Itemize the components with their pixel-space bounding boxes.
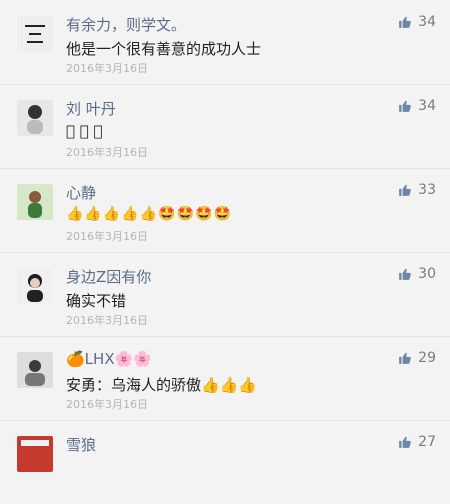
comment-date: 2016年3月16日	[66, 62, 148, 75]
thumbs-up-icon	[399, 436, 412, 448]
like-count: 30	[418, 266, 436, 282]
comment-item: 雪狼 27	[0, 420, 450, 504]
like-count: 34	[418, 14, 436, 30]
comment-text:      	[66, 122, 103, 140]
comment-item: 有余力，则学文。 他是一个很有善意的成功人士 2016年3月16日 34	[0, 0, 450, 85]
comment-author[interactable]: 雪狼	[66, 434, 96, 455]
comment-item: 刘 叶丹       2016年3月16日 34	[0, 84, 450, 169]
avatar[interactable]	[17, 268, 53, 304]
comment-date: 2016年3月16日	[66, 398, 148, 411]
comment-author[interactable]: 心静	[66, 182, 96, 203]
comment-date: 2016年3月16日	[66, 314, 148, 327]
thumbs-up-icon	[399, 16, 412, 28]
comment-author[interactable]: 有余力，则学文。	[66, 14, 186, 35]
like-count: 29	[418, 350, 436, 366]
like-count: 33	[418, 182, 436, 198]
like-button[interactable]: 30	[398, 266, 436, 282]
avatar[interactable]	[17, 184, 53, 220]
like-count: 34	[418, 98, 436, 114]
comment-text: 安勇：乌海人的骄傲👍👍👍	[66, 376, 258, 394]
like-button[interactable]: 29	[398, 350, 436, 366]
comment-item: 🍊LHX🌸🌸 安勇：乌海人的骄傲👍👍👍 2016年3月16日 29	[0, 336, 450, 421]
comment-date: 2016年3月16日	[66, 146, 148, 159]
thumbs-up-icon	[399, 268, 412, 280]
thumbs-up-icon	[399, 184, 412, 196]
comment-text: 他是一个很有善意的成功人士	[66, 40, 262, 58]
avatar[interactable]	[17, 16, 53, 52]
comment-item: 身边Z因有你 确实不错 2016年3月16日 30	[0, 252, 450, 337]
like-button[interactable]: 34	[398, 98, 436, 114]
avatar[interactable]	[17, 100, 53, 136]
avatar[interactable]	[17, 436, 53, 472]
comment-text: 👍👍👍👍👍🤩🤩🤩🤩	[66, 206, 232, 222]
like-button[interactable]: 34	[398, 14, 436, 30]
like-count: 27	[418, 434, 436, 450]
comment-date: 2016年3月16日	[66, 230, 148, 243]
comment-text: 确实不错	[66, 292, 127, 310]
comment-author[interactable]: 身边Z因有你	[66, 266, 151, 287]
comment-author[interactable]: 刘 叶丹	[66, 98, 116, 119]
like-button[interactable]: 33	[398, 182, 436, 198]
comment-item: 心静 👍👍👍👍👍🤩🤩🤩🤩 2016年3月16日 33	[0, 168, 450, 253]
thumbs-up-icon	[399, 352, 412, 364]
avatar[interactable]	[17, 352, 53, 388]
thumbs-up-icon	[399, 100, 412, 112]
comment-author[interactable]: 🍊LHX🌸🌸	[66, 350, 152, 368]
like-button[interactable]: 27	[398, 434, 436, 450]
